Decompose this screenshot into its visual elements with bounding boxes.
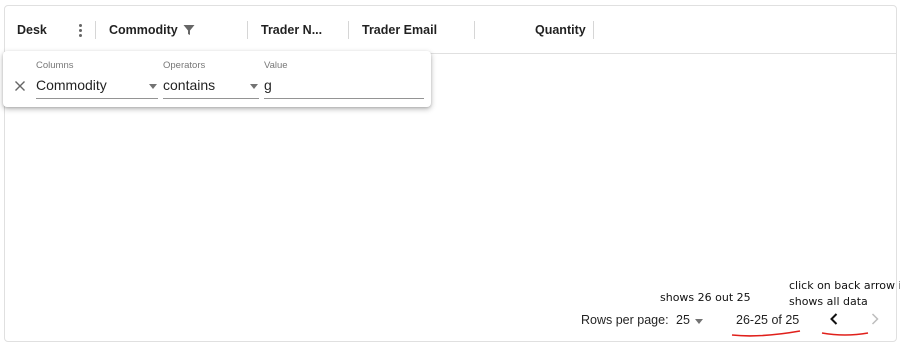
value-input-underline — [264, 98, 424, 99]
column-separator[interactable] — [348, 21, 349, 39]
value-label: Value — [264, 60, 288, 71]
column-separator[interactable] — [95, 21, 96, 39]
grid-header: Desk Commodity Trader N... Trader Email … — [5, 6, 896, 54]
column-select-underline — [36, 98, 158, 99]
annotation-note-count: shows 26 out 25 — [660, 291, 751, 304]
column-label-trader-email: Trader Email — [362, 22, 438, 37]
column-label-desk: Desk — [17, 22, 47, 37]
annotation-note-back-arrow-line1: click on back arrow i — [789, 279, 900, 292]
column-header-trader-name[interactable]: Trader N... — [261, 6, 322, 53]
column-label-trader-name: Trader N... — [261, 22, 323, 37]
close-icon[interactable] — [14, 80, 26, 92]
operator-select-underline — [163, 98, 259, 99]
column-header-commodity[interactable]: Commodity — [109, 6, 195, 53]
red-underline-range — [731, 330, 801, 337]
rows-per-page-label: Rows per page: — [581, 313, 669, 327]
annotation-underline-marks — [731, 330, 869, 337]
filter-icon[interactable] — [183, 24, 195, 36]
value-input[interactable]: g — [264, 77, 272, 93]
column-label-quantity: Quantity — [535, 22, 586, 37]
chevron-right-icon — [871, 313, 879, 325]
rows-per-page-select[interactable]: 25 — [676, 313, 690, 327]
caret-down-icon[interactable] — [695, 319, 703, 324]
column-separator[interactable] — [474, 21, 475, 39]
column-header-trader-email[interactable]: Trader Email — [362, 6, 437, 53]
chevron-left-icon[interactable] — [828, 312, 840, 326]
pagination-range: 26-25 of 25 — [736, 313, 800, 327]
caret-down-icon[interactable] — [149, 84, 157, 89]
red-underline-back-arrow — [821, 332, 869, 336]
column-separator[interactable] — [247, 21, 248, 39]
column-header-quantity[interactable]: Quantity — [535, 6, 586, 53]
column-separator[interactable] — [593, 21, 594, 39]
column-header-desk[interactable]: Desk — [17, 6, 47, 53]
kebab-menu-icon[interactable] — [77, 21, 83, 39]
annotation-note-back-arrow-line2: shows all data — [789, 295, 868, 308]
operator-select[interactable]: contains — [163, 77, 215, 93]
operators-label: Operators — [163, 60, 206, 71]
columns-label: Columns — [36, 60, 74, 71]
filter-panel: Columns Commodity Operators contains Val… — [3, 51, 431, 107]
column-select[interactable]: Commodity — [36, 77, 107, 93]
column-label-commodity: Commodity — [109, 22, 178, 37]
caret-down-icon[interactable] — [250, 84, 258, 89]
